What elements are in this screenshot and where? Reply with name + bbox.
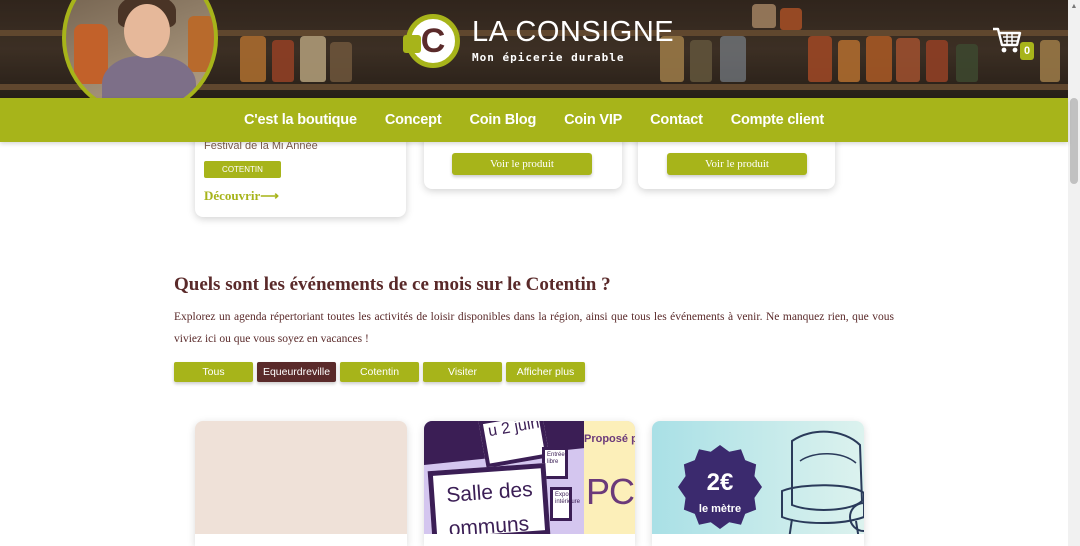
event-image-card[interactable]: u 2 juin Entrée libre Expo intérieure Sa… bbox=[424, 421, 635, 546]
nav-item-concept[interactable]: Concept bbox=[385, 112, 442, 128]
shopkeeper-avatar bbox=[62, 0, 218, 98]
cart-button[interactable]: 0 bbox=[988, 22, 1036, 64]
discover-link[interactable]: Découvrir⟶ bbox=[204, 188, 279, 204]
site-logo[interactable]: C LA CONSIGNE Mon épicerie durable bbox=[403, 14, 675, 68]
cart-count-badge: 0 bbox=[1020, 42, 1034, 60]
filter-all[interactable]: Tous bbox=[174, 362, 253, 382]
nav-item-boutique[interactable]: C'est la boutique bbox=[244, 112, 357, 128]
event-image-card[interactable] bbox=[195, 421, 407, 546]
logo-letter: C bbox=[420, 22, 446, 60]
scrollbar-thumb[interactable] bbox=[1070, 98, 1078, 184]
page-scrollbar[interactable]: ▲ bbox=[1068, 0, 1080, 546]
card-footer bbox=[195, 534, 407, 546]
event-image-card[interactable]: 2€ le mètre bbox=[652, 421, 864, 546]
nav-item-blog[interactable]: Coin Blog bbox=[469, 112, 536, 128]
poster-date-text: u 2 juin bbox=[486, 421, 541, 441]
nav-item-contact[interactable]: Contact bbox=[650, 112, 703, 128]
card-footer bbox=[424, 534, 635, 546]
header-banner: C LA CONSIGNE Mon épicerie durable 0 bbox=[0, 0, 1068, 98]
view-product-button[interactable]: Voir le produit bbox=[667, 153, 807, 175]
filter-equeurdreville[interactable]: Equeurdreville bbox=[257, 362, 336, 382]
brand-tagline: Mon épicerie durable bbox=[472, 51, 625, 64]
logo-icon: C bbox=[403, 14, 460, 68]
nav-item-vip[interactable]: Coin VIP bbox=[564, 112, 622, 128]
nav-item-account[interactable]: Compte client bbox=[731, 112, 824, 128]
armchair-illustration bbox=[781, 430, 864, 546]
poster-propose-text: Proposé p bbox=[584, 433, 635, 445]
logo-text: LA CONSIGNE Mon épicerie durable bbox=[472, 16, 675, 65]
scroll-up-icon[interactable]: ▲ bbox=[1068, 0, 1080, 12]
poster-big-text: PCE bbox=[586, 471, 635, 512]
filter-show-more[interactable]: Afficher plus bbox=[506, 362, 585, 382]
price-text: 2€ bbox=[706, 469, 734, 496]
avatar-face bbox=[124, 4, 170, 58]
filter-cotentin[interactable]: Cotentin bbox=[340, 362, 419, 382]
poster-venue-sign: Salle des ommuns bbox=[427, 462, 551, 544]
view-product-button[interactable]: Voir le produit bbox=[452, 153, 592, 175]
card-footer bbox=[652, 534, 864, 546]
logo-tag-icon bbox=[403, 35, 421, 53]
location-tag[interactable]: COTENTIN bbox=[204, 161, 281, 178]
section-description: Explorez un agenda répertoriant toutes l… bbox=[174, 311, 894, 345]
cart-icon bbox=[993, 27, 1022, 53]
brand-name: LA CONSIGNE bbox=[472, 16, 675, 48]
price-unit-text: le mètre bbox=[698, 503, 742, 515]
jar-image bbox=[188, 16, 214, 72]
avatar-body bbox=[102, 56, 196, 98]
poster-side-sign: Expo intérieure bbox=[550, 487, 580, 521]
main-nav: C'est la boutique Concept Coin Blog Coin… bbox=[0, 98, 1068, 142]
event-filters: Tous Equeurdreville Cotentin Visiter Aff… bbox=[174, 362, 585, 382]
filter-visiter[interactable]: Visiter bbox=[423, 362, 502, 382]
section-heading: Quels sont les événements de ce mois sur… bbox=[174, 274, 611, 295]
